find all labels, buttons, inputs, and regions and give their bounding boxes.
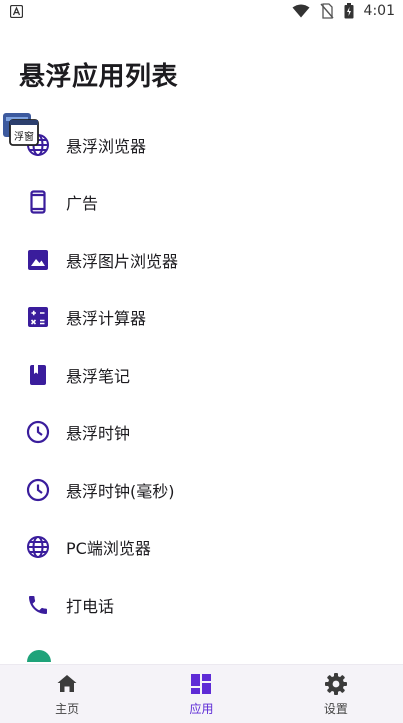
nav-item-home[interactable]: 主页 [0,665,134,723]
clock-icon [25,419,51,445]
bottom-navigation: 主页 应用 设置 [0,664,403,723]
list-item-floating-clock-ms[interactable]: 悬浮时钟(毫秒) [0,461,403,519]
calculator-icon [25,304,51,330]
list-item-label: 悬浮时钟 [66,424,131,444]
notebook-icon [25,362,51,388]
image-icon [25,247,51,273]
notification-a-icon [10,4,23,18]
list-item-label: 悬浮笔记 [66,366,131,386]
page-title: 悬浮应用列表 [19,62,179,92]
status-time: 4:01 [363,3,395,19]
clock-icon [25,477,51,503]
nav-item-settings[interactable]: 设置 [269,665,403,723]
status-bar: 4:01 [0,0,403,22]
no-sim-icon [320,3,334,19]
list-item-floating-calculator[interactable]: 悬浮计算器 [0,289,403,347]
nav-item-label: 主页 [55,701,80,716]
list-item-label: 打电话 [66,596,115,616]
list-item-label: 广告 [66,194,99,214]
apps-grid-icon [189,672,213,696]
list-item-label: 悬浮浏览器 [66,136,147,156]
nav-item-apps[interactable]: 应用 [134,665,268,723]
list-item-label: PC端浏览器 [66,539,151,559]
list-item-floating-clock[interactable]: 悬浮时钟 [0,404,403,462]
nav-item-label: 应用 [189,701,214,716]
settings-gear-icon [324,672,348,696]
home-icon [55,672,79,696]
list-item-ads[interactable]: 广告 [0,174,403,232]
wifi-icon [292,4,310,18]
floating-app-list: 悬浮浏览器 广告 悬浮图片浏览器 悬浮计算器 悬浮笔记 悬浮时钟 悬浮时钟(毫秒… [0,116,403,634]
battery-icon [344,3,354,19]
list-item-label: 悬浮计算器 [66,309,147,329]
globe-icon [25,534,51,560]
list-item-make-call[interactable]: 打电话 [0,576,403,634]
list-item-floating-image-viewer[interactable]: 悬浮图片浏览器 [0,231,403,289]
partial-list-item-icon [27,650,51,662]
phone-frame-icon [25,189,51,215]
floating-window-icon[interactable]: 浮窗 [2,110,40,148]
list-item-label: 悬浮时钟(毫秒) [66,481,175,501]
list-item-label: 悬浮图片浏览器 [66,251,179,271]
nav-item-label: 设置 [323,701,348,716]
phone-icon [25,592,51,618]
svg-text:浮窗: 浮窗 [14,130,34,143]
list-item-floating-browser[interactable]: 悬浮浏览器 [0,116,403,174]
list-item-pc-browser[interactable]: PC端浏览器 [0,519,403,577]
list-item-floating-notes[interactable]: 悬浮笔记 [0,346,403,404]
